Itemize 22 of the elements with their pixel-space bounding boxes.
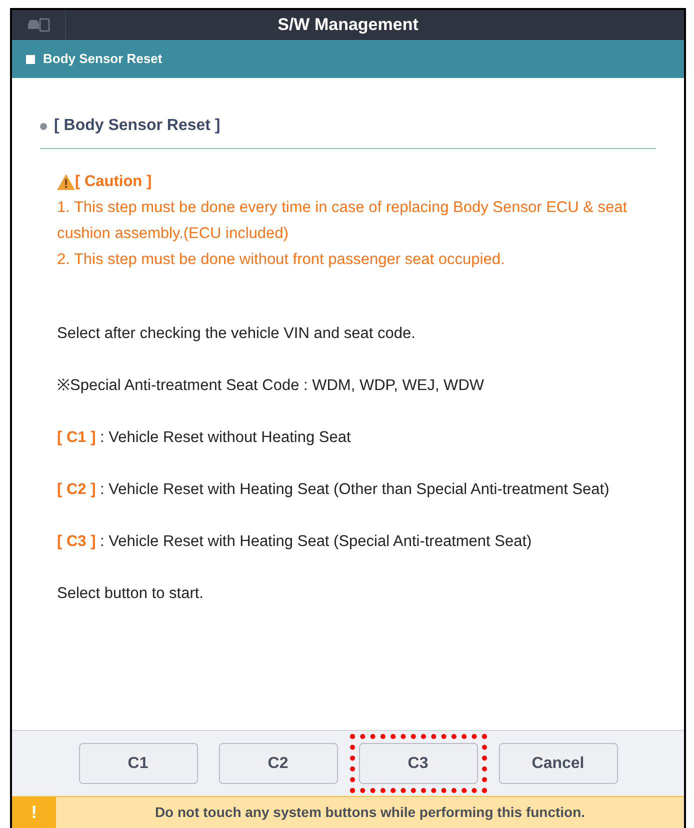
bullet-icon xyxy=(40,122,47,130)
square-icon xyxy=(26,54,35,64)
option-description: [ C2 ] : Vehicle Reset with Heating Seat (Other than Special Anti-treatment Seat) xyxy=(57,480,610,500)
car-document-icon xyxy=(26,18,50,32)
instruction-text: ※Special Anti-treatment Seat Code : WDM, WDP, WEJ, WDW xyxy=(57,376,486,396)
option-description: [ C3 ] : Vehicle Reset with Heating Seat (Special Anti-treatment Seat) xyxy=(57,532,533,552)
caution-title: [ Caution ] xyxy=(75,172,152,192)
warning-text: Do not touch any system buttons while performing this function. xyxy=(154,803,586,822)
warning-icon xyxy=(57,174,75,190)
window-title: S/W Management xyxy=(278,14,418,36)
caution-text: 2. This step must be done without front passenger seat occupied. xyxy=(57,250,506,270)
action-button[interactable]: C1 xyxy=(78,743,198,784)
section-heading: [ Body Sensor Reset ] xyxy=(54,116,220,136)
action-button[interactable]: C2 xyxy=(218,743,338,784)
section-title: Body Sensor Reset xyxy=(43,50,162,68)
option-description: [ C1 ] : Vehicle Reset without Heating Seat xyxy=(57,428,352,448)
action-button[interactable]: C3 xyxy=(358,743,478,784)
instruction-text: Select after checking the vehicle VIN and seat code. xyxy=(57,324,416,344)
caution-text: 1. This step must be done every time in case of replacing Body Sensor ECU & seat cushion assembly.(ECU included) xyxy=(57,198,628,244)
exclamation-badge: ! xyxy=(12,797,56,828)
action-button[interactable]: Cancel xyxy=(498,743,618,784)
instruction-text: Select button to start. xyxy=(57,584,204,604)
